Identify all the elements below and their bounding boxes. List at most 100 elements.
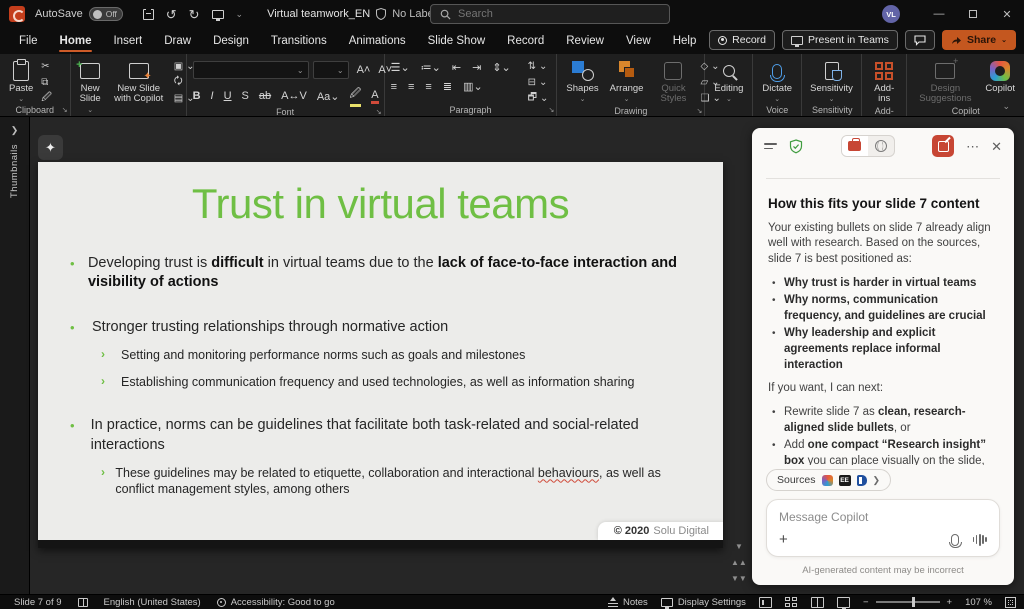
shadow-button[interactable]: S <box>242 90 249 102</box>
slideshow-icon[interactable] <box>212 10 224 19</box>
share-button[interactable]: Share ⌄ <box>942 30 1016 50</box>
spellcheck-book-icon[interactable] <box>78 598 88 607</box>
language-indicator[interactable]: English (United States) <box>104 597 201 608</box>
change-case-button[interactable]: Aa⌄ <box>317 90 340 103</box>
copilot-menu-icon[interactable] <box>764 143 777 149</box>
slide-title[interactable]: Trust in virtual teams <box>38 180 723 228</box>
ribbon-tab-insert[interactable]: Insert <box>102 30 153 52</box>
redo-icon[interactable]: ↻ <box>189 8 200 21</box>
italic-button[interactable]: I <box>211 90 214 102</box>
dictate-button[interactable]: Dictate ⌄ <box>759 59 795 105</box>
designer-sparkle-button[interactable]: ✦ <box>38 135 63 160</box>
editing-button[interactable]: Editing ⌄ <box>711 59 746 105</box>
save-icon[interactable] <box>143 9 154 20</box>
work-mode-tab[interactable] <box>842 136 868 156</box>
sensitivity-button[interactable]: Sensitivity ⌄ <box>807 59 856 105</box>
display-settings-button[interactable]: Display Settings <box>661 597 746 608</box>
font-color-button[interactable]: A <box>371 89 378 104</box>
copilot-input-box[interactable]: Message Copilot + <box>766 499 1000 557</box>
ribbon-tab-draw[interactable]: Draw <box>153 30 202 52</box>
ribbon-tab-review[interactable]: Review <box>555 30 615 52</box>
line-spacing-button[interactable]: ⇕⌄ <box>492 61 510 74</box>
copilot-button[interactable]: Copilot <box>982 59 1018 95</box>
columns-button[interactable]: ▥⌄ <box>463 80 483 93</box>
paragraph-dialog-launcher[interactable]: ↘ <box>549 106 555 114</box>
previous-slide-icon[interactable]: ▲▲ <box>731 558 747 567</box>
close-button[interactable]: ✕ <box>990 0 1024 28</box>
accessibility-status[interactable]: Accessibility: Good to go <box>217 597 335 608</box>
thumbnails-pane-collapsed[interactable]: ❯ Thumbnails <box>0 117 30 594</box>
record-button[interactable]: Record <box>709 30 775 50</box>
new-slide-with-copilot-button[interactable]: ✦ New Slide with Copilot <box>109 59 169 106</box>
new-chat-button[interactable] <box>932 135 954 157</box>
scroll-down-icon[interactable]: ▼ <box>735 542 743 551</box>
autosave-toggle[interactable]: Off <box>89 7 123 21</box>
ribbon-tab-design[interactable]: Design <box>202 30 260 52</box>
align-right-button[interactable]: ≡ <box>425 81 431 93</box>
zoom-out-icon[interactable]: − <box>863 597 869 608</box>
highlight-color-button[interactable]: 🖉 <box>350 85 362 107</box>
restore-button[interactable] <box>956 0 990 28</box>
ribbon-tab-transitions[interactable]: Transitions <box>260 30 338 52</box>
copilot-more-options-icon[interactable]: ⋯ <box>966 140 979 153</box>
underline-button[interactable]: U <box>224 90 232 102</box>
voice-input-mic-icon[interactable] <box>951 534 959 546</box>
clipboard-dialog-launcher[interactable]: ↘ <box>62 106 68 114</box>
cut-button[interactable]: ✂ <box>41 60 52 73</box>
slide-indicator[interactable]: Slide 7 of 9 <box>14 597 62 608</box>
increase-font-button[interactable]: A˄ <box>357 64 371 76</box>
paste-button[interactable]: Paste ⌄ <box>6 59 36 105</box>
zoom-level[interactable]: 107 % <box>965 597 992 608</box>
arrange-button[interactable]: Arrange ⌄ <box>607 59 647 105</box>
sources-chip[interactable]: Sources EE ❯ <box>766 469 891 491</box>
ribbon-tab-help[interactable]: Help <box>662 30 708 52</box>
slide-body-text[interactable]: •Developing trust is difficult in virtua… <box>38 254 723 498</box>
new-slide-button[interactable]: + New Slide ⌄ <box>77 59 104 116</box>
align-text-button[interactable]: ⊟ ⌄ <box>528 76 549 89</box>
format-painter-button[interactable]: 🖉 <box>41 92 52 105</box>
copilot-input-placeholder[interactable]: Message Copilot <box>779 510 987 524</box>
copy-button[interactable]: ⧉ <box>41 76 52 89</box>
user-avatar[interactable]: VL <box>882 5 900 23</box>
align-center-button[interactable]: ≡ <box>408 81 414 93</box>
present-in-teams-button[interactable]: Present in Teams <box>782 30 898 50</box>
ribbon-tab-file[interactable]: File <box>8 30 49 52</box>
undo-icon[interactable]: ↺ <box>166 8 177 21</box>
fit-slide-to-window-icon[interactable] <box>1005 597 1016 608</box>
zoom-in-icon[interactable]: + <box>947 597 953 608</box>
justify-button[interactable]: ≣ <box>443 80 452 93</box>
reading-view-button[interactable] <box>811 597 824 608</box>
search-box[interactable] <box>430 4 670 24</box>
minimize-button[interactable]: — <box>922 0 956 28</box>
drawing-dialog-launcher[interactable]: ↘ <box>697 107 703 115</box>
autosave-control[interactable]: AutoSave Off <box>35 7 123 21</box>
bullets-button[interactable]: ☰⌄ <box>391 61 410 74</box>
zoom-slider[interactable]: − + <box>863 597 952 608</box>
voice-waveform-icon[interactable] <box>973 534 987 546</box>
font-dialog-launcher[interactable]: ↘ <box>376 108 382 116</box>
font-name-combo[interactable]: ⌄ <box>193 61 309 79</box>
customize-toolbar-chevron-icon[interactable]: ⌄ <box>236 9 244 20</box>
comments-button[interactable] <box>905 30 935 50</box>
zoom-thumb[interactable] <box>912 597 916 607</box>
ribbon-tab-view[interactable]: View <box>615 30 662 52</box>
numbering-button[interactable]: ≔⌄ <box>421 61 441 74</box>
zoom-track[interactable] <box>876 601 940 603</box>
strikethrough-button[interactable]: ab <box>259 90 271 102</box>
search-input[interactable] <box>458 8 638 20</box>
ribbon-tab-slide-show[interactable]: Slide Show <box>417 30 497 52</box>
next-slide-icon[interactable]: ▼▼ <box>731 574 747 583</box>
slideshow-view-button[interactable] <box>837 597 850 608</box>
collapse-ribbon-chevron-icon[interactable]: ⌄ <box>1002 101 1010 112</box>
copilot-close-icon[interactable]: ✕ <box>991 140 1002 153</box>
addins-button[interactable]: Add-ins <box>868 59 900 106</box>
notes-button[interactable]: Notes <box>608 597 648 608</box>
character-spacing-button[interactable]: A↔V <box>281 90 307 102</box>
normal-view-button[interactable] <box>759 597 772 608</box>
expand-thumbnails-chevron-icon[interactable]: ❯ <box>11 125 19 136</box>
attach-plus-icon[interactable]: + <box>779 531 788 548</box>
ribbon-tab-animations[interactable]: Animations <box>338 30 417 52</box>
text-direction-button[interactable]: ⇅ ⌄ <box>528 60 549 73</box>
slide-sorter-view-button[interactable] <box>785 597 798 608</box>
copilot-mode-toggle[interactable] <box>841 135 895 157</box>
